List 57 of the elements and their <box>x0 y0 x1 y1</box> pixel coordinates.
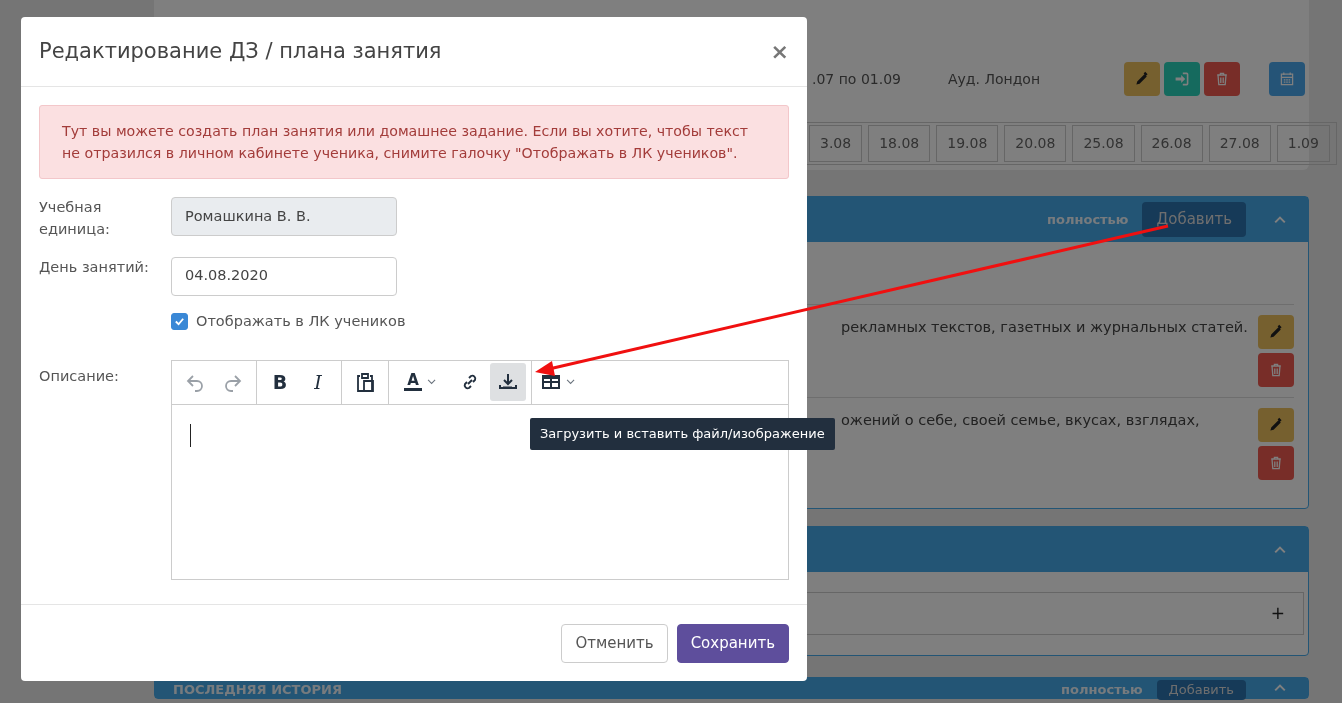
edit-button[interactable] <box>1258 408 1294 442</box>
room-label: Ауд. Лондон <box>948 69 1041 89</box>
upload-button[interactable] <box>490 363 526 401</box>
text-color-button[interactable]: A <box>394 363 450 401</box>
add-button[interactable]: Добавить <box>1156 680 1246 700</box>
edit-button[interactable] <box>1124 62 1160 96</box>
date-cell[interactable]: 3.08 <box>809 125 863 162</box>
trash-icon <box>1268 362 1284 378</box>
date-cell[interactable]: 20.08 <box>1004 125 1067 162</box>
pencil-icon <box>1134 71 1150 87</box>
edit-button[interactable] <box>1258 315 1294 349</box>
date-cell[interactable]: 26.08 <box>1140 125 1203 162</box>
pencil-icon <box>1268 324 1284 340</box>
checkbox[interactable] <box>171 313 188 330</box>
info-alert: Тут вы можете создать план занятия или домашнее задание. Если вы хотите, чтобы текст не отразился в личном кабинете ученика, снимите галочку "Отображать в ЛК учеников". <box>39 105 789 179</box>
undo-icon <box>185 372 205 392</box>
close-button[interactable]: × <box>770 35 789 68</box>
delete-button[interactable] <box>1258 353 1294 387</box>
full-link[interactable]: полностью <box>1061 680 1143 700</box>
date-range: .07 по 01.09 <box>812 69 902 89</box>
date-cell[interactable]: 27.08 <box>1208 125 1271 162</box>
trash-icon <box>1268 455 1284 471</box>
date-cell[interactable]: 19.08 <box>936 125 999 162</box>
italic-button[interactable]: I <box>300 363 336 401</box>
save-button[interactable]: Сохранить <box>676 624 789 663</box>
panel-title: ПОСЛЕДНЯЯ ИСТОРИЯ <box>173 681 342 699</box>
cancel-button[interactable]: Отменить <box>561 624 668 663</box>
input-field[interactable]: 04.08.2020 <box>171 256 397 296</box>
add-button[interactable]: Добавить <box>1142 202 1246 237</box>
enter-button[interactable] <box>1164 62 1200 96</box>
modal-title: Редактирование ДЗ / плана занятия <box>39 38 442 65</box>
tooltip: Загрузить и вставить файл/изображение <box>530 418 835 450</box>
redo-icon <box>223 372 243 392</box>
plus-button[interactable]: + <box>1270 600 1285 627</box>
text-cursor <box>190 423 191 447</box>
clipboard-icon <box>355 372 375 392</box>
check-icon <box>174 316 185 327</box>
download-tray-icon <box>498 372 518 392</box>
date-cell[interactable]: 1.09 <box>1276 125 1330 162</box>
trash-icon <box>1214 71 1230 87</box>
date-cell[interactable]: 18.08 <box>868 125 931 162</box>
full-link[interactable]: полностью <box>1047 209 1129 230</box>
checkbox-label: Отображать в ЛК учеников <box>196 311 406 331</box>
task-text: рекламных текстов, газетных и журнальных статей. <box>841 318 1248 337</box>
table-icon <box>541 372 561 392</box>
enter-icon <box>1174 71 1190 87</box>
field-label: Учебная единица: <box>39 198 111 239</box>
task-text: ожений о себе, своей семье, вкусах, взглядах, <box>841 411 1200 430</box>
bold-button[interactable]: B <box>262 363 298 401</box>
field-label: День занятий: <box>39 257 150 277</box>
pencil-icon <box>1268 417 1284 433</box>
date-cell[interactable]: 25.08 <box>1072 125 1135 162</box>
calendar-icon <box>1279 71 1295 87</box>
calendar-button[interactable] <box>1269 62 1305 96</box>
field-label: Описание: <box>39 366 120 386</box>
delete-button[interactable] <box>1204 62 1240 96</box>
delete-button[interactable] <box>1258 446 1294 480</box>
